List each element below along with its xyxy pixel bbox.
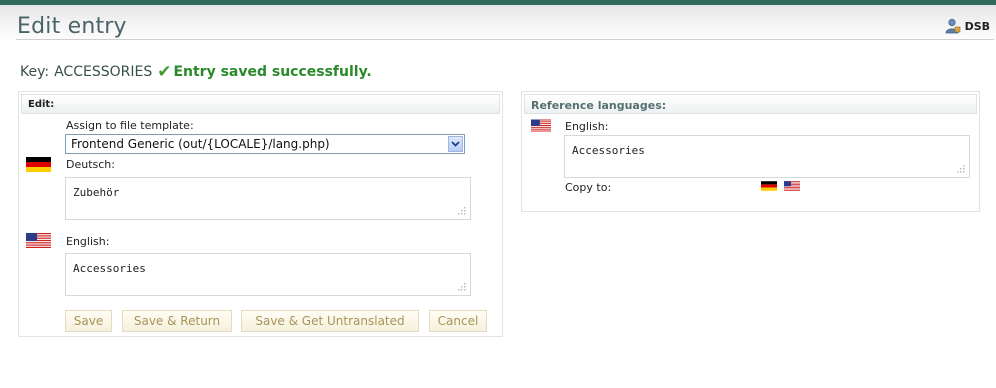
user-icon [945,18,960,34]
deutsch-value: Zubehör [73,186,120,199]
reference-panel-header: Reference languages: [524,94,977,114]
page-title: Edit entry [17,14,127,39]
key-label: Key: [20,64,50,80]
copy-to-label: Copy to: [565,181,612,194]
edit-panel-header: Edit: [21,94,500,114]
header-divider [16,39,994,40]
us-flag-icon [531,119,551,132]
english-label: English: [66,235,110,248]
user-menu[interactable]: DSB [945,18,990,34]
deutsch-textarea[interactable]: Zubehör [65,177,471,220]
checkmark-icon: ✔ [157,62,172,82]
reference-panel: Reference languages: English: Accessorie… [521,91,980,212]
english-value: Accessories [73,262,146,275]
deutsch-label: Deutsch: [66,158,115,171]
us-flag-icon[interactable] [784,181,800,191]
resize-grip-icon[interactable] [456,281,466,291]
german-flag-icon[interactable] [761,181,777,191]
template-label: Assign to file template: [66,119,194,132]
save-return-button[interactable]: Save & Return [122,310,232,332]
resize-grip-icon [957,165,965,173]
us-flag-icon [26,233,51,248]
save-untranslated-button[interactable]: Save & Get Untranslated [241,310,419,332]
success-message: Entry saved successfully. [173,64,372,80]
chevron-down-icon[interactable] [448,136,463,152]
reference-panel-title: Reference languages: [531,99,667,112]
german-flag-icon [26,157,51,172]
reference-english-label: English: [565,120,609,133]
edit-panel: Edit: Assign to file template: Frontend … [18,91,503,337]
page-header: Edit entry DSB [0,5,996,41]
template-select-value: Frontend Generic (out/{LOCALE}/lang.php) [71,137,330,151]
status-line: Key: ACCESSORIES ✔ Entry saved successfu… [20,62,372,82]
save-button[interactable]: Save [65,310,112,332]
edit-panel-title: Edit: [28,99,55,110]
english-textarea[interactable]: Accessories [65,253,471,296]
template-select[interactable]: Frontend Generic (out/{LOCALE}/lang.php) [65,134,465,154]
resize-grip-icon[interactable] [456,205,466,215]
reference-textarea: Accessories [564,135,970,178]
user-name: DSB [964,19,990,33]
reference-value: Accessories [572,144,645,157]
key-value: ACCESSORIES [54,64,153,80]
cancel-button[interactable]: Cancel [429,310,487,332]
